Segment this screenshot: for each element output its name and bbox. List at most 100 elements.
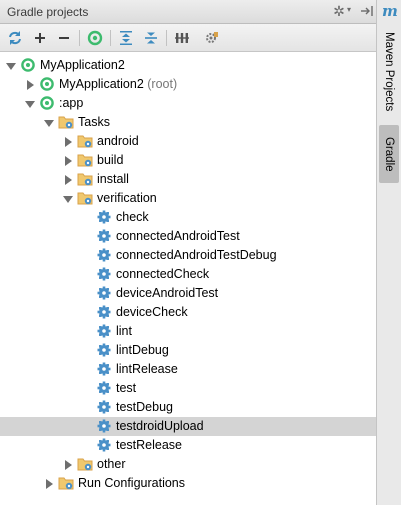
toggle-offline-icon[interactable]	[173, 29, 191, 47]
tree-row-name: build	[97, 153, 124, 167]
expanded-arrow-icon[interactable]	[6, 60, 16, 70]
tree-row[interactable]: testDebug	[0, 398, 376, 417]
tree-row[interactable]: Tasks	[0, 113, 376, 132]
collapsed-arrow-icon[interactable]	[63, 174, 73, 185]
tree-row-name: testdroidUpload	[116, 419, 204, 433]
tree-row[interactable]: connectedAndroidTest	[0, 227, 376, 246]
tree-row-label: testRelease	[116, 438, 182, 452]
gradle-tab[interactable]: Gradle	[379, 125, 399, 183]
tree-row[interactable]: lint	[0, 322, 376, 341]
tree-row-label: connectedCheck	[116, 267, 209, 281]
tree-row-name: deviceCheck	[116, 305, 188, 319]
tree-row-suffix: (root)	[143, 77, 178, 91]
collapsed-arrow-icon[interactable]	[63, 136, 73, 147]
collapsed-arrow-icon[interactable]	[44, 478, 54, 489]
expanded-arrow-icon[interactable]	[44, 117, 54, 127]
tree-row-label: verification	[97, 191, 157, 205]
collapsed-arrow-icon[interactable]	[63, 155, 73, 166]
tree-row[interactable]: lintRelease	[0, 360, 376, 379]
tree-row-label: connectedAndroidTest	[116, 229, 240, 243]
tree-row[interactable]: android	[0, 132, 376, 151]
task-gear-icon	[96, 418, 112, 434]
toolbar-separator	[110, 30, 111, 46]
tree-row-label: other	[97, 457, 126, 471]
gradle-tree: MyApplication2 MyApplication2 (root):app T…	[0, 52, 376, 505]
gradle-settings-icon[interactable]	[203, 29, 221, 47]
tree-row-name: android	[97, 134, 139, 148]
task-gear-icon	[96, 304, 112, 320]
tree-row[interactable]: install	[0, 170, 376, 189]
tree-row-name: lintDebug	[116, 343, 169, 357]
tree-row[interactable]: lintDebug	[0, 341, 376, 360]
task-folder-icon	[58, 475, 74, 491]
maven-m-icon: m	[382, 2, 398, 20]
gradle-project-icon	[39, 76, 55, 92]
tree-row[interactable]: MyApplication2 (root)	[0, 75, 376, 94]
tree-row[interactable]: verification	[0, 189, 376, 208]
gradle-projects-panel: Gradle projects ✲ ▾ MyApplication2 MyApp…	[0, 0, 377, 505]
tree-row-label: Run Configurations	[78, 476, 185, 490]
tree-row[interactable]: connectedCheck	[0, 265, 376, 284]
tree-row[interactable]: testRelease	[0, 436, 376, 455]
tree-row[interactable]: deviceAndroidTest	[0, 284, 376, 303]
tree-row-name: test	[116, 381, 137, 395]
tree-row[interactable]: test	[0, 379, 376, 398]
tree-row-label: test	[116, 381, 136, 395]
tree-row-label: install	[97, 172, 129, 186]
panel-title: Gradle projects	[7, 5, 89, 19]
task-gear-icon	[96, 266, 112, 282]
task-gear-icon	[96, 247, 112, 263]
tree-row-name: lintRelease	[116, 362, 178, 376]
remove-icon[interactable]	[55, 29, 73, 47]
hide-panel-icon[interactable]	[360, 4, 374, 18]
task-gear-icon	[96, 209, 112, 225]
tree-row-label: deviceAndroidTest	[116, 286, 218, 300]
collapsed-arrow-icon[interactable]	[63, 459, 73, 470]
tree-row-label: build	[97, 153, 123, 167]
collapse-all-icon[interactable]	[142, 29, 160, 47]
tree-row-name: connectedAndroidTest	[116, 229, 240, 243]
tree-row-label: MyApplication2 (root)	[59, 77, 177, 91]
task-folder-icon	[77, 133, 93, 149]
panel-titlebar: Gradle projects ✲ ▾	[0, 0, 376, 24]
tree-row[interactable]: connectedAndroidTestDebug	[0, 246, 376, 265]
collapsed-arrow-icon[interactable]	[25, 79, 35, 90]
tree-row-name: connectedCheck	[116, 267, 210, 281]
tree-row-name: deviceAndroidTest	[116, 286, 219, 300]
tree-row-name: Run Configurations	[78, 476, 186, 490]
execute-task-icon[interactable]	[86, 29, 104, 47]
tree-row-label: lintDebug	[116, 343, 169, 357]
tree-row[interactable]: build	[0, 151, 376, 170]
tree-row-label: MyApplication2	[40, 58, 125, 72]
tree-row-name: Tasks	[78, 115, 110, 129]
expanded-arrow-icon[interactable]	[25, 98, 35, 108]
tree-row[interactable]: check	[0, 208, 376, 227]
expanded-arrow-icon[interactable]	[63, 193, 73, 203]
task-gear-icon	[96, 380, 112, 396]
tree-row-name: connectedAndroidTestDebug	[116, 248, 277, 262]
tree-row-label: testDebug	[116, 400, 173, 414]
tree-row[interactable]: other	[0, 455, 376, 474]
task-gear-icon	[96, 285, 112, 301]
tree-row[interactable]: testdroidUpload	[0, 417, 376, 436]
tree-row-name: lint	[116, 324, 132, 338]
tree-row[interactable]: Run Configurations	[0, 474, 376, 493]
tree-row-name: testRelease	[116, 438, 183, 452]
maven-projects-tab[interactable]: Maven Projects	[379, 28, 399, 116]
refresh-icon[interactable]	[6, 29, 24, 47]
tree-row-name: check	[116, 210, 149, 224]
add-icon[interactable]	[31, 29, 49, 47]
panel-settings-gear-icon[interactable]: ✲	[332, 3, 346, 19]
tree-row-name: MyApplication2	[59, 77, 144, 91]
tree-row[interactable]: deviceCheck	[0, 303, 376, 322]
tree-row[interactable]: MyApplication2	[0, 56, 376, 75]
panel-settings-caret-icon[interactable]: ▾	[347, 5, 351, 14]
task-folder-icon	[77, 190, 93, 206]
tree-row[interactable]: :app	[0, 94, 376, 113]
maven-projects-tab-label: Maven Projects	[383, 32, 395, 112]
expand-all-icon[interactable]	[117, 29, 135, 47]
tree-row-name: :app	[59, 96, 84, 110]
task-gear-icon	[96, 361, 112, 377]
gradle-project-icon	[39, 95, 55, 111]
gradle-toolbar	[0, 24, 376, 52]
